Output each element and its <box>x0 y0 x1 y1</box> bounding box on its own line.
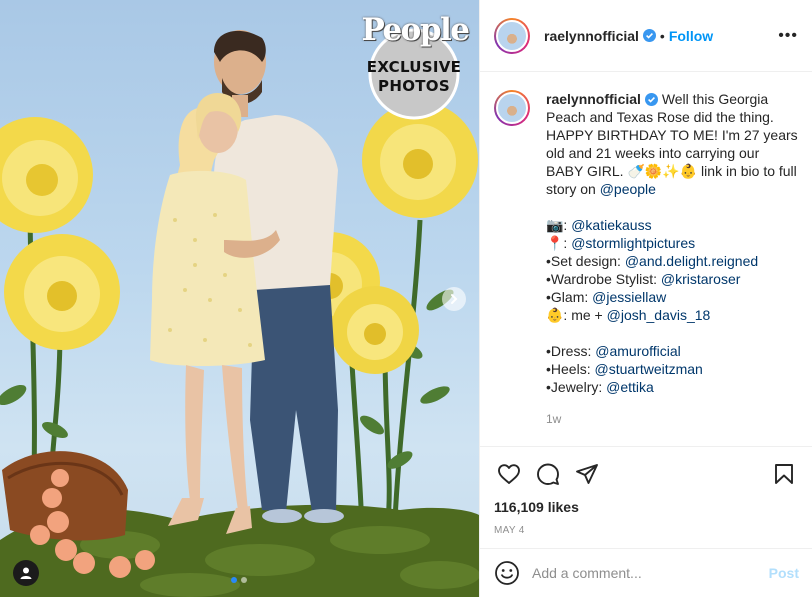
more-options-icon[interactable]: ••• <box>778 27 798 45</box>
caption-line: 📍: @stormlightpictures <box>546 234 798 252</box>
caption-block: raelynnofficial Well this Georgia Peach … <box>546 90 798 446</box>
caption-line: •Set design: @and.delight.reigned <box>546 252 798 270</box>
caption-line-prefix: 📍: <box>546 235 572 251</box>
user-tag-icon <box>20 567 32 579</box>
comments-section: raelynnofficial Well this Georgia Peach … <box>480 72 812 446</box>
caption-line-prefix: •Dress: <box>546 343 596 359</box>
mention-link[interactable]: @amurofficial <box>595 343 681 359</box>
follow-button[interactable]: Follow <box>669 28 713 44</box>
share-button[interactable] <box>572 459 602 489</box>
like-button[interactable] <box>494 459 524 489</box>
caption-gap <box>546 324 798 342</box>
post-side-panel: raelynnofficial • Follow ••• raelynnoffi… <box>479 0 812 597</box>
carousel-next-button[interactable] <box>442 287 466 311</box>
emoji-icon[interactable] <box>494 560 520 586</box>
user-tags-button[interactable] <box>13 560 39 586</box>
caption-line: •Wardrobe Stylist: @kristaroser <box>546 270 798 288</box>
heart-icon <box>498 464 520 484</box>
caption-line-prefix: •Jewelry: <box>546 379 607 395</box>
action-row <box>494 459 799 489</box>
post-date[interactable]: MAY 4 <box>494 525 799 536</box>
caption-line: 📷: @katiekauss <box>546 216 798 234</box>
bookmark-icon <box>775 464 793 484</box>
caption-avatar[interactable] <box>494 90 530 126</box>
likes-count[interactable]: 116,109 likes <box>494 499 799 515</box>
outfit-list: •Dress: @amurofficial •Heels: @stuartweit… <box>546 342 798 396</box>
badge-line-2: PHOTOS <box>378 77 450 95</box>
caption-line-prefix: •Wardrobe Stylist: <box>546 271 661 287</box>
mention-link[interactable]: @kristaroser <box>661 271 741 287</box>
post-age: 1w <box>546 412 562 426</box>
mention-link[interactable]: @katiekauss <box>571 217 651 233</box>
carousel-dot-2 <box>241 577 247 583</box>
verified-badge-icon <box>644 93 658 106</box>
carousel-indicator <box>231 577 247 583</box>
mention-link[interactable]: @josh_davis_18 <box>607 307 711 323</box>
comment-composer: Post <box>480 548 812 597</box>
mention-link[interactable]: @and.delight.reigned <box>625 253 758 269</box>
comment-button[interactable] <box>533 459 563 489</box>
publisher-badge-label: EXCLUSIVE PHOTOS <box>364 58 464 96</box>
paper-plane-icon <box>576 464 598 484</box>
mention-link[interactable]: @jessiellaw <box>592 289 666 305</box>
caption-line-prefix: 👶: me + <box>546 307 607 323</box>
caption-line-prefix: •Set design: <box>546 253 625 269</box>
avatar[interactable] <box>494 17 530 54</box>
carousel-dot-1 <box>231 577 237 583</box>
caption-line-prefix: 📷: <box>546 217 572 233</box>
header-username[interactable]: raelynnofficial <box>544 28 639 44</box>
caption-line: •Jewelry: @ettika <box>546 378 798 396</box>
action-bar: 116,109 likes MAY 4 <box>480 446 812 536</box>
caption-text: raelynnofficial Well this Georgia Peach … <box>546 90 798 396</box>
post-photo[interactable]: People EXCLUSIVE PHOTOS <box>0 0 479 597</box>
chevron-right-icon <box>451 294 458 304</box>
badge-line-1: EXCLUSIVE <box>366 58 462 76</box>
comment-input[interactable] <box>532 565 769 581</box>
save-button[interactable] <box>769 459 799 489</box>
comment-icon <box>537 463 559 485</box>
mention-link[interactable]: @stormlightpictures <box>571 235 695 251</box>
caption-username[interactable]: raelynnofficial <box>546 91 641 107</box>
verified-badge-icon <box>642 29 656 42</box>
mention-link[interactable]: @stuartweitzman <box>594 361 702 377</box>
header-separator: • <box>659 27 665 44</box>
caption-line: 👶: me + @josh_davis_18 <box>546 306 798 324</box>
caption-line: •Heels: @stuartweitzman <box>546 360 798 378</box>
instagram-post-view: People EXCLUSIVE PHOTOS raelynnofficial <box>0 0 812 597</box>
caption-line: •Dress: @amurofficial <box>546 342 798 360</box>
caption-line-prefix: •Glam: <box>546 289 593 305</box>
post-comment-button[interactable]: Post <box>769 565 799 581</box>
post-header: raelynnofficial • Follow ••• <box>480 0 812 72</box>
publisher-wordmark: People <box>361 12 470 48</box>
caption-line: •Glam: @jessiellaw <box>546 288 798 306</box>
caption-gap <box>546 198 798 216</box>
mention-link[interactable]: @people <box>600 181 656 197</box>
credits-list: 📷: @katiekauss 📍: @stormlightpictures •Set… <box>546 216 798 324</box>
caption-line-prefix: •Heels: <box>546 361 595 377</box>
mention-link[interactable]: @ettika <box>606 379 654 395</box>
